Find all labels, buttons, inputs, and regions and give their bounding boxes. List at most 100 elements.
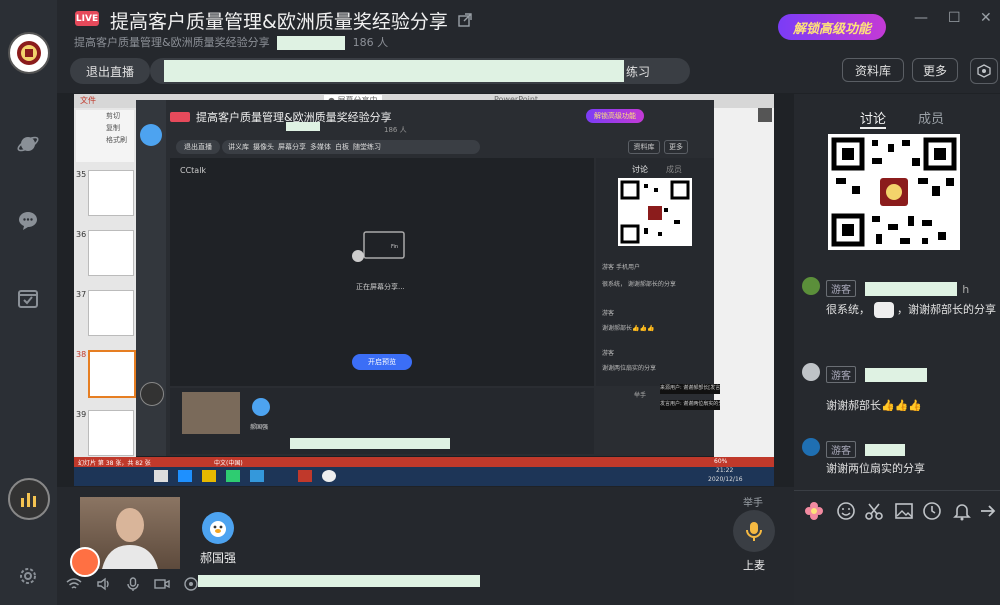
inner-library: 资料库 [628, 140, 660, 154]
hexagon-settings-button[interactable] [970, 58, 998, 84]
redacted-name [865, 281, 958, 296]
inner-msg-text: 很系统， 谢谢郝部长的分享 [602, 281, 676, 288]
calendar-icon[interactable] [14, 284, 42, 312]
inner-msg: 游客 谢谢郝部长👍👍👍 [602, 308, 710, 332]
slide-thumb[interactable] [88, 170, 134, 216]
send-arrow-icon[interactable] [978, 501, 998, 525]
tab-underline [860, 127, 886, 129]
redacted-bottom-bar [198, 575, 480, 587]
message-text: 谢谢两位扇实的分享 [826, 462, 925, 475]
inner-tab-discuss: 讨论 [632, 165, 648, 174]
library-button[interactable]: 资料库 [842, 58, 904, 82]
inner-bottom-bar: 郝国强 [170, 388, 594, 454]
image-icon[interactable] [894, 501, 914, 525]
clock-icon[interactable] [922, 501, 942, 525]
taskbar-app-icon [178, 470, 192, 482]
message-meta: 游客 h [826, 278, 969, 297]
microphone-icon [746, 522, 762, 541]
stats-avatar[interactable] [8, 478, 50, 520]
inner-msg-name: 手机用户 [615, 264, 640, 271]
more-button[interactable]: 更多 [912, 58, 958, 82]
message-text: 很系统， ，谢谢郝部长的分享 [826, 302, 996, 318]
inner-toolbar: 讲义库 摄像头 屏幕分享 多媒体 白板 随堂练习 [222, 140, 480, 154]
guest-tag: 游客 [826, 441, 856, 458]
ppt-thumbnails: 剪切 复制 格式刷 35 36 37 38 39 [74, 108, 136, 458]
ppt-menu-file: 文件 [80, 96, 96, 105]
taskbar-app-icon [202, 470, 216, 482]
redacted-block [277, 36, 346, 50]
bell-icon[interactable] [952, 501, 972, 525]
maximize-button[interactable]: ☐ [948, 10, 961, 26]
chat-icon[interactable] [14, 207, 42, 235]
taskbar-app-icon [298, 470, 312, 482]
inner-msg-text: 谢谢郝部长👍👍👍 [602, 325, 655, 332]
minimize-button[interactable]: — [914, 10, 928, 26]
school-logo-icon [17, 41, 41, 65]
slide-thumb-selected[interactable] [88, 350, 136, 398]
tab-members[interactable]: 成员 [918, 108, 944, 127]
subtitle-text: 提高客户质量管理&欧洲质量奖经验分享 [74, 36, 270, 49]
expand-icon[interactable] [758, 108, 772, 122]
slide-thumb[interactable] [88, 290, 134, 336]
practice-button[interactable]: 练习 [626, 63, 650, 80]
message-meta: 游客 [826, 364, 928, 383]
shared-screen: 文件 ● 屏幕分享中 PowerPoint 剪切 复制 格式刷 35 36 37… [74, 94, 774, 486]
inner-count: 186 人 [384, 126, 407, 134]
taskbar-time: 21:22 [716, 467, 734, 474]
redacted-toolbar [164, 60, 624, 82]
wifi-icon [66, 578, 82, 589]
message-text-part: 很系统， [826, 303, 870, 316]
inner-raise-hand-label: 举手 [634, 392, 647, 399]
mic-icon[interactable] [126, 577, 140, 591]
slide-number: 38 [76, 350, 87, 359]
ppt-status-lang: 中文(中国) [214, 460, 243, 467]
settings-gear-icon[interactable] [14, 562, 42, 590]
unlock-premium-button[interactable]: 解锁高级功能 [778, 14, 886, 40]
clip-format[interactable]: 格式刷 [106, 134, 134, 146]
bird-avatar-icon [210, 521, 226, 537]
planet-icon[interactable] [14, 130, 42, 158]
close-button[interactable]: ✕ [980, 10, 992, 26]
emoji-icon[interactable] [836, 501, 856, 525]
slide-thumb[interactable] [88, 410, 134, 456]
unlock-label: 解锁高级功能 [792, 21, 871, 37]
ppt-status-bar: 幻灯片 第 38 张，共 82 张 中文(中国) 60% [74, 457, 774, 467]
inner-tool: 随堂练习 [353, 143, 381, 151]
message-text-part: ，谢谢郝部长的分享 [897, 303, 996, 316]
presenter-name: 郝国强 [200, 551, 237, 565]
ppt-clipboard: 剪切 复制 格式刷 [76, 110, 134, 162]
bar-chart-icon [21, 493, 36, 507]
redacted-name [865, 367, 928, 382]
clip-copy[interactable]: 复制 [106, 122, 134, 134]
guest-tag: 游客 [826, 280, 856, 297]
inner-msg-text: 谢谢两位扇实的分享 [602, 365, 657, 372]
message-avatar [802, 363, 820, 381]
inner-avatar [140, 124, 162, 146]
taskbar-date: 2020/12/16 [708, 476, 743, 483]
mic-up-button[interactable] [733, 510, 775, 552]
taskbar-app-icon [154, 470, 168, 482]
camera-icon[interactable] [154, 577, 170, 591]
clip-cut[interactable]: 剪切 [106, 110, 134, 122]
viewer-count: 186 人 [352, 36, 389, 49]
message-text: 谢谢郝部长👍👍👍 [826, 399, 923, 412]
inner-msg-tag: 游客 [602, 310, 615, 317]
name-suffix: h [962, 283, 970, 296]
tooltip-2: 发言用户: 谢谢两位扇实的分享 [660, 400, 720, 410]
user-avatar[interactable] [8, 32, 50, 74]
share-link-icon[interactable] [458, 12, 472, 31]
scissors-icon[interactable] [864, 501, 884, 525]
slide-thumb[interactable] [88, 230, 134, 276]
tab-discuss[interactable]: 讨论 [860, 108, 886, 127]
inner-tool: 讲义库 [228, 143, 249, 151]
inner-tab-members: 成员 [666, 165, 682, 174]
tooltip-1: 来源用户: 谢谢郝部长[发言] [660, 384, 720, 394]
inner-qr-code [618, 178, 692, 246]
speaker-icon[interactable] [96, 577, 112, 591]
exit-live-button[interactable]: 退出直播 [70, 58, 150, 84]
inner-tool: 白板 [335, 143, 349, 151]
recording-icon[interactable] [184, 577, 198, 591]
presenter-avatar[interactable] [202, 512, 234, 544]
flower-icon[interactable] [804, 501, 824, 525]
inner-preview-button: 开启预览 [352, 354, 412, 370]
